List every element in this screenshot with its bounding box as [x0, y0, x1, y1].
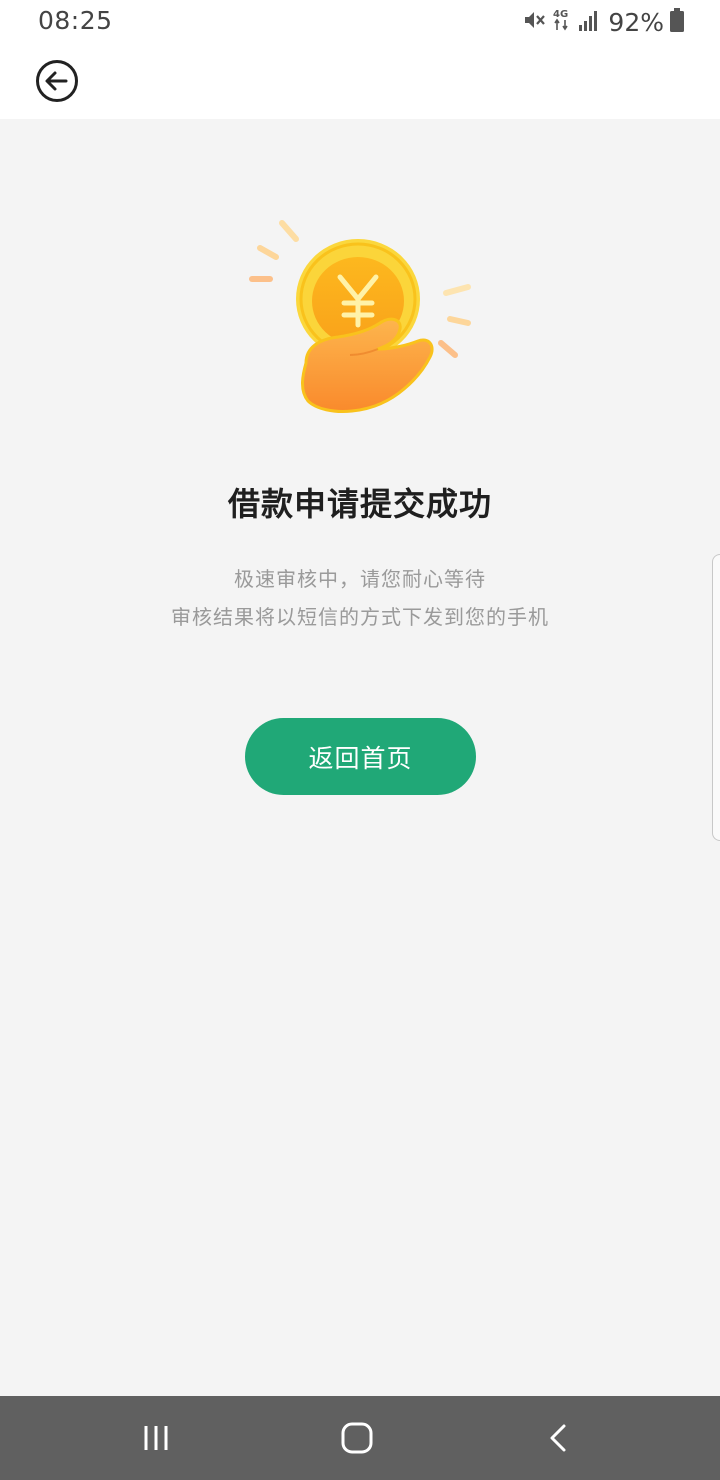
home-icon — [341, 1422, 373, 1454]
status-icons: 4G 92% — [522, 7, 684, 37]
description-line-2: 审核结果将以短信的方式下发到您的手机 — [171, 605, 549, 629]
navigation-bar — [0, 1396, 720, 1480]
system-back-button[interactable] — [537, 1416, 581, 1460]
recent-apps-button[interactable] — [134, 1416, 178, 1460]
signal-icon — [578, 9, 598, 35]
recent-apps-icon — [144, 1426, 168, 1450]
return-home-button[interactable]: 返回首页 — [245, 718, 476, 795]
back-button[interactable] — [34, 58, 80, 104]
home-button[interactable] — [335, 1416, 379, 1460]
battery-icon — [670, 8, 684, 36]
coin-in-hand-illustration — [240, 215, 480, 425]
back-arrow-circle-icon — [36, 60, 78, 102]
main-content: 借款申请提交成功 极速审核中，请您耐心等待 审核结果将以短信的方式下发到您的手机… — [0, 119, 720, 1396]
page-title: 借款申请提交成功 — [227, 485, 492, 523]
edge-panel-handle[interactable] — [712, 554, 720, 841]
status-time: 08:25 — [38, 6, 113, 35]
mute-icon — [522, 8, 546, 36]
description-line-1: 极速审核中，请您耐心等待 — [234, 567, 486, 591]
battery-percent: 92% — [608, 7, 664, 37]
network-4g-icon: 4G — [552, 7, 572, 37]
back-icon — [550, 1424, 566, 1452]
status-bar: 08:25 4G 92% — [0, 0, 720, 44]
network-label: 4G — [553, 9, 568, 20]
app-header — [0, 44, 720, 119]
